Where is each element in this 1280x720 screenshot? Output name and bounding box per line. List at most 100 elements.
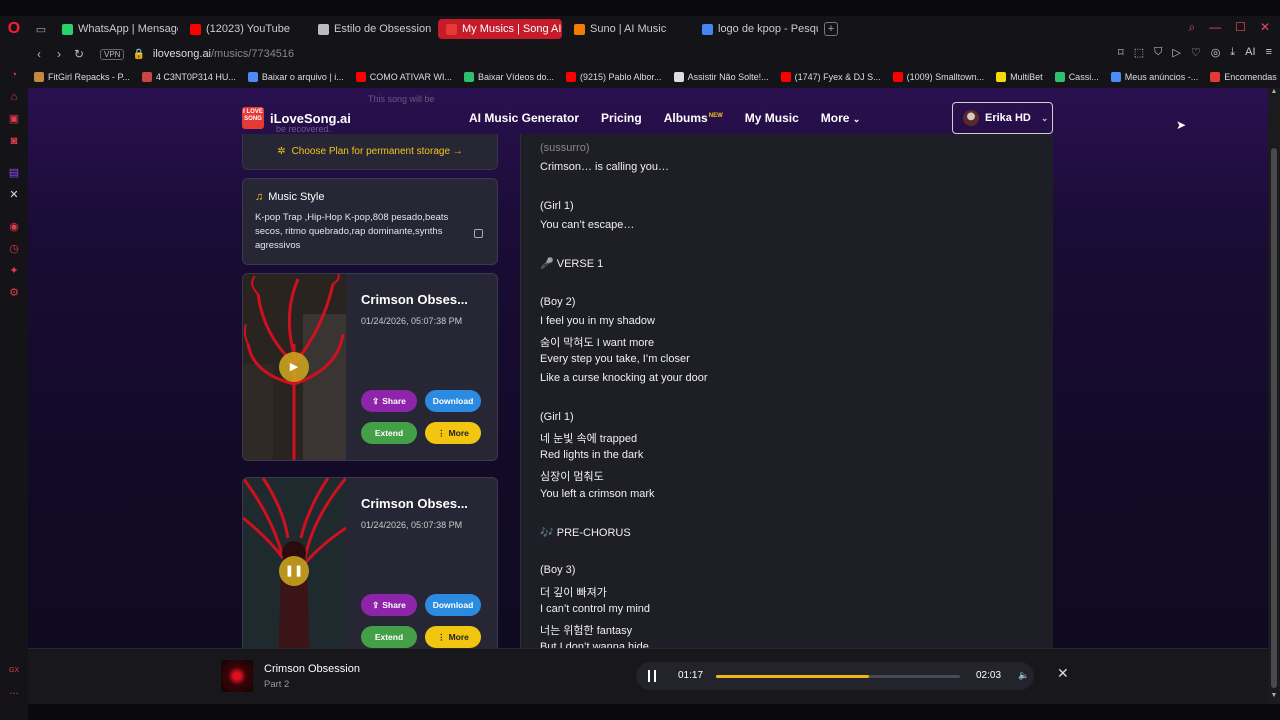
share-label: Share bbox=[382, 600, 406, 610]
player-icon[interactable]: ▷ bbox=[1172, 46, 1180, 59]
snapshot-icon[interactable]: ⬚ bbox=[1134, 46, 1144, 59]
gx-control-icon[interactable]: ◔ bbox=[7, 68, 21, 82]
scroll-thumb[interactable] bbox=[1271, 148, 1277, 688]
download-button[interactable]: Download bbox=[425, 594, 481, 616]
volume-icon[interactable]: 🔈 bbox=[1018, 670, 1029, 681]
bookmark-label: Assistir Não Solte!... bbox=[687, 72, 769, 82]
nav-albums[interactable]: AlbumsNEW bbox=[664, 111, 723, 125]
browser-tab[interactable]: My Musics | Song AI bbox=[438, 19, 562, 39]
lock-icon[interactable]: 🔒 bbox=[132, 49, 144, 60]
bookmark-item[interactable]: FitGirl Repacks - P... bbox=[28, 72, 136, 82]
more-label: More bbox=[448, 428, 469, 438]
url-field[interactable]: ilovesong.ai/musics/7734516 bbox=[153, 48, 294, 60]
duration: 02:03 bbox=[976, 670, 1002, 681]
browser-tab[interactable]: Suno | AI Music bbox=[566, 19, 690, 39]
reload-icon[interactable]: ↻ bbox=[70, 47, 88, 61]
sidebar-more-icon[interactable]: ... bbox=[7, 684, 21, 698]
bookmark-item[interactable]: Baixar Vídeos do... bbox=[458, 72, 560, 82]
extensions-icon[interactable]: ✦ bbox=[7, 264, 21, 278]
scroll-up-icon[interactable]: ▲ bbox=[1270, 88, 1278, 95]
bookmark-item[interactable]: COMO ATIVAR WI... bbox=[350, 72, 458, 82]
browser-tab[interactable]: Estilo de Obsession EXO bbox=[310, 19, 434, 39]
bookmark-favicon-icon bbox=[141, 72, 152, 82]
bookmark-item[interactable]: (1747) Fyex & DJ S... bbox=[775, 72, 887, 82]
minimize-icon[interactable]: — bbox=[1209, 20, 1221, 35]
bookmark-item[interactable]: Baixar o arquivo | i... bbox=[242, 72, 350, 82]
tab-favicon-icon bbox=[62, 23, 73, 35]
progress-fill bbox=[716, 675, 869, 678]
scroll-down-icon[interactable]: ▼ bbox=[1270, 692, 1278, 699]
gx-corner-icon[interactable]: ⌂ bbox=[7, 90, 21, 104]
pause-icon[interactable] bbox=[648, 670, 656, 682]
site-logo[interactable]: I LOVE SONG iLoveSong.ai bbox=[242, 107, 351, 129]
gx-icon[interactable]: GX bbox=[7, 664, 21, 678]
bookmark-item[interactable]: Meus anúncios -... bbox=[1105, 72, 1205, 82]
back-icon[interactable]: ‹ bbox=[30, 47, 48, 61]
bookmark-icon[interactable]: ⌑ bbox=[1118, 46, 1124, 59]
opera-logo-icon[interactable]: O bbox=[0, 16, 28, 42]
heart-icon[interactable]: ♡ bbox=[1191, 46, 1201, 59]
vpn-badge[interactable]: VPN bbox=[100, 48, 125, 60]
lyric-line: 🎤 VERSE 1 bbox=[540, 258, 604, 271]
browser-tab[interactable]: logo de kpop - Pesquisa G bbox=[694, 19, 818, 39]
more-button[interactable]: ⋮ More bbox=[425, 422, 481, 444]
player-sidebar-icon[interactable]: ◉ bbox=[7, 220, 21, 234]
settings-icon[interactable]: ⚙ bbox=[7, 286, 21, 300]
play-button[interactable]: ▶ bbox=[279, 352, 309, 382]
shield-icon[interactable]: ⛉ bbox=[1154, 46, 1162, 59]
bookmark-item[interactable]: (1009) Smalltown... bbox=[887, 72, 991, 82]
song-title[interactable]: Crimson Obses... bbox=[361, 496, 468, 511]
workspaces-icon[interactable]: ▭ bbox=[28, 23, 54, 36]
opera-sidebar: ◔ ⌂ ▣ ◙ ▤ ✕ ◉ ◷ ✦ ⚙ GX ... bbox=[0, 42, 28, 720]
twitch-icon[interactable]: ▤ bbox=[7, 166, 21, 180]
maximize-icon[interactable]: ☐ bbox=[1235, 20, 1246, 35]
music-style-text: K-pop Trap ,Hip-Hop K-pop,808 pesado,bea… bbox=[255, 212, 449, 251]
nav-pricing[interactable]: Pricing bbox=[601, 111, 642, 125]
instagram-icon[interactable]: ◙ bbox=[7, 134, 21, 148]
download-button[interactable]: Download bbox=[425, 390, 481, 412]
extend-button[interactable]: Extend bbox=[361, 422, 417, 444]
ai-button[interactable]: AI bbox=[1245, 46, 1255, 59]
nav-more[interactable]: More ⌄ bbox=[821, 111, 861, 125]
share-button[interactable]: ⇪ Share bbox=[361, 390, 417, 412]
nav-ai-music-generator[interactable]: AI Music Generator bbox=[469, 111, 579, 125]
x-icon[interactable]: ✕ bbox=[7, 188, 21, 202]
close-player-icon[interactable]: ✕ bbox=[1057, 665, 1069, 682]
bookmark-favicon-icon bbox=[566, 72, 576, 82]
song-title[interactable]: Crimson Obses... bbox=[361, 292, 468, 307]
progress-slider[interactable] bbox=[716, 675, 960, 678]
player-title: Crimson Obsession bbox=[264, 663, 360, 675]
menu-icon[interactable]: ≡ bbox=[1266, 46, 1272, 59]
search-tabs-icon[interactable]: ⌕ bbox=[1188, 20, 1195, 35]
messenger-icon[interactable]: ▣ bbox=[7, 112, 21, 126]
bookmark-item[interactable]: Assistir Não Solte!... bbox=[668, 72, 775, 82]
url-path: /musics/7734516 bbox=[211, 48, 295, 60]
user-menu-button[interactable]: Erika HD ⌄ bbox=[952, 102, 1053, 134]
bookmark-item[interactable]: MultiBet bbox=[990, 72, 1049, 82]
browser-tab[interactable]: (12023) YouTube bbox=[182, 19, 306, 39]
profile-icon[interactable]: ◎ bbox=[1211, 46, 1221, 59]
bookmark-item[interactable]: Cassi... bbox=[1049, 72, 1105, 82]
bookmark-item[interactable]: 4 C3NT0P314 HU... bbox=[136, 72, 242, 82]
lyric-line: (Girl 1) bbox=[540, 199, 574, 212]
bookmark-item[interactable]: (9215) Pablo Albor... bbox=[560, 72, 668, 82]
bookmark-label: (1009) Smalltown... bbox=[906, 72, 985, 82]
bookmark-item[interactable]: Encomendas bbox=[1204, 72, 1280, 82]
song-date: 01/24/2026, 05:07:38 PM bbox=[361, 520, 463, 530]
more-button[interactable]: ⋮ More bbox=[425, 626, 481, 648]
history-icon[interactable]: ◷ bbox=[7, 242, 21, 256]
extend-button[interactable]: Extend bbox=[361, 626, 417, 648]
bookmark-label: FitGirl Repacks - P... bbox=[48, 72, 130, 82]
page-scrollbar[interactable]: ▲ ▼ bbox=[1268, 88, 1280, 704]
new-tab-button[interactable]: + bbox=[824, 22, 838, 36]
browser-tab[interactable]: WhatsApp | Mensagens e bbox=[54, 19, 178, 39]
copy-icon[interactable] bbox=[474, 229, 483, 238]
pause-button[interactable]: ❚❚ bbox=[279, 556, 309, 586]
close-window-icon[interactable]: ✕ bbox=[1260, 20, 1270, 35]
browser-window: O ▭ WhatsApp | Mensagens e (12023) YouTub… bbox=[0, 0, 1280, 720]
download-icon[interactable]: ⤓ bbox=[1230, 46, 1235, 59]
forward-icon[interactable]: › bbox=[50, 47, 68, 61]
nav-my-music[interactable]: My Music bbox=[745, 111, 799, 125]
current-time: 01:17 bbox=[678, 670, 704, 681]
share-button[interactable]: ⇪ Share bbox=[361, 594, 417, 616]
